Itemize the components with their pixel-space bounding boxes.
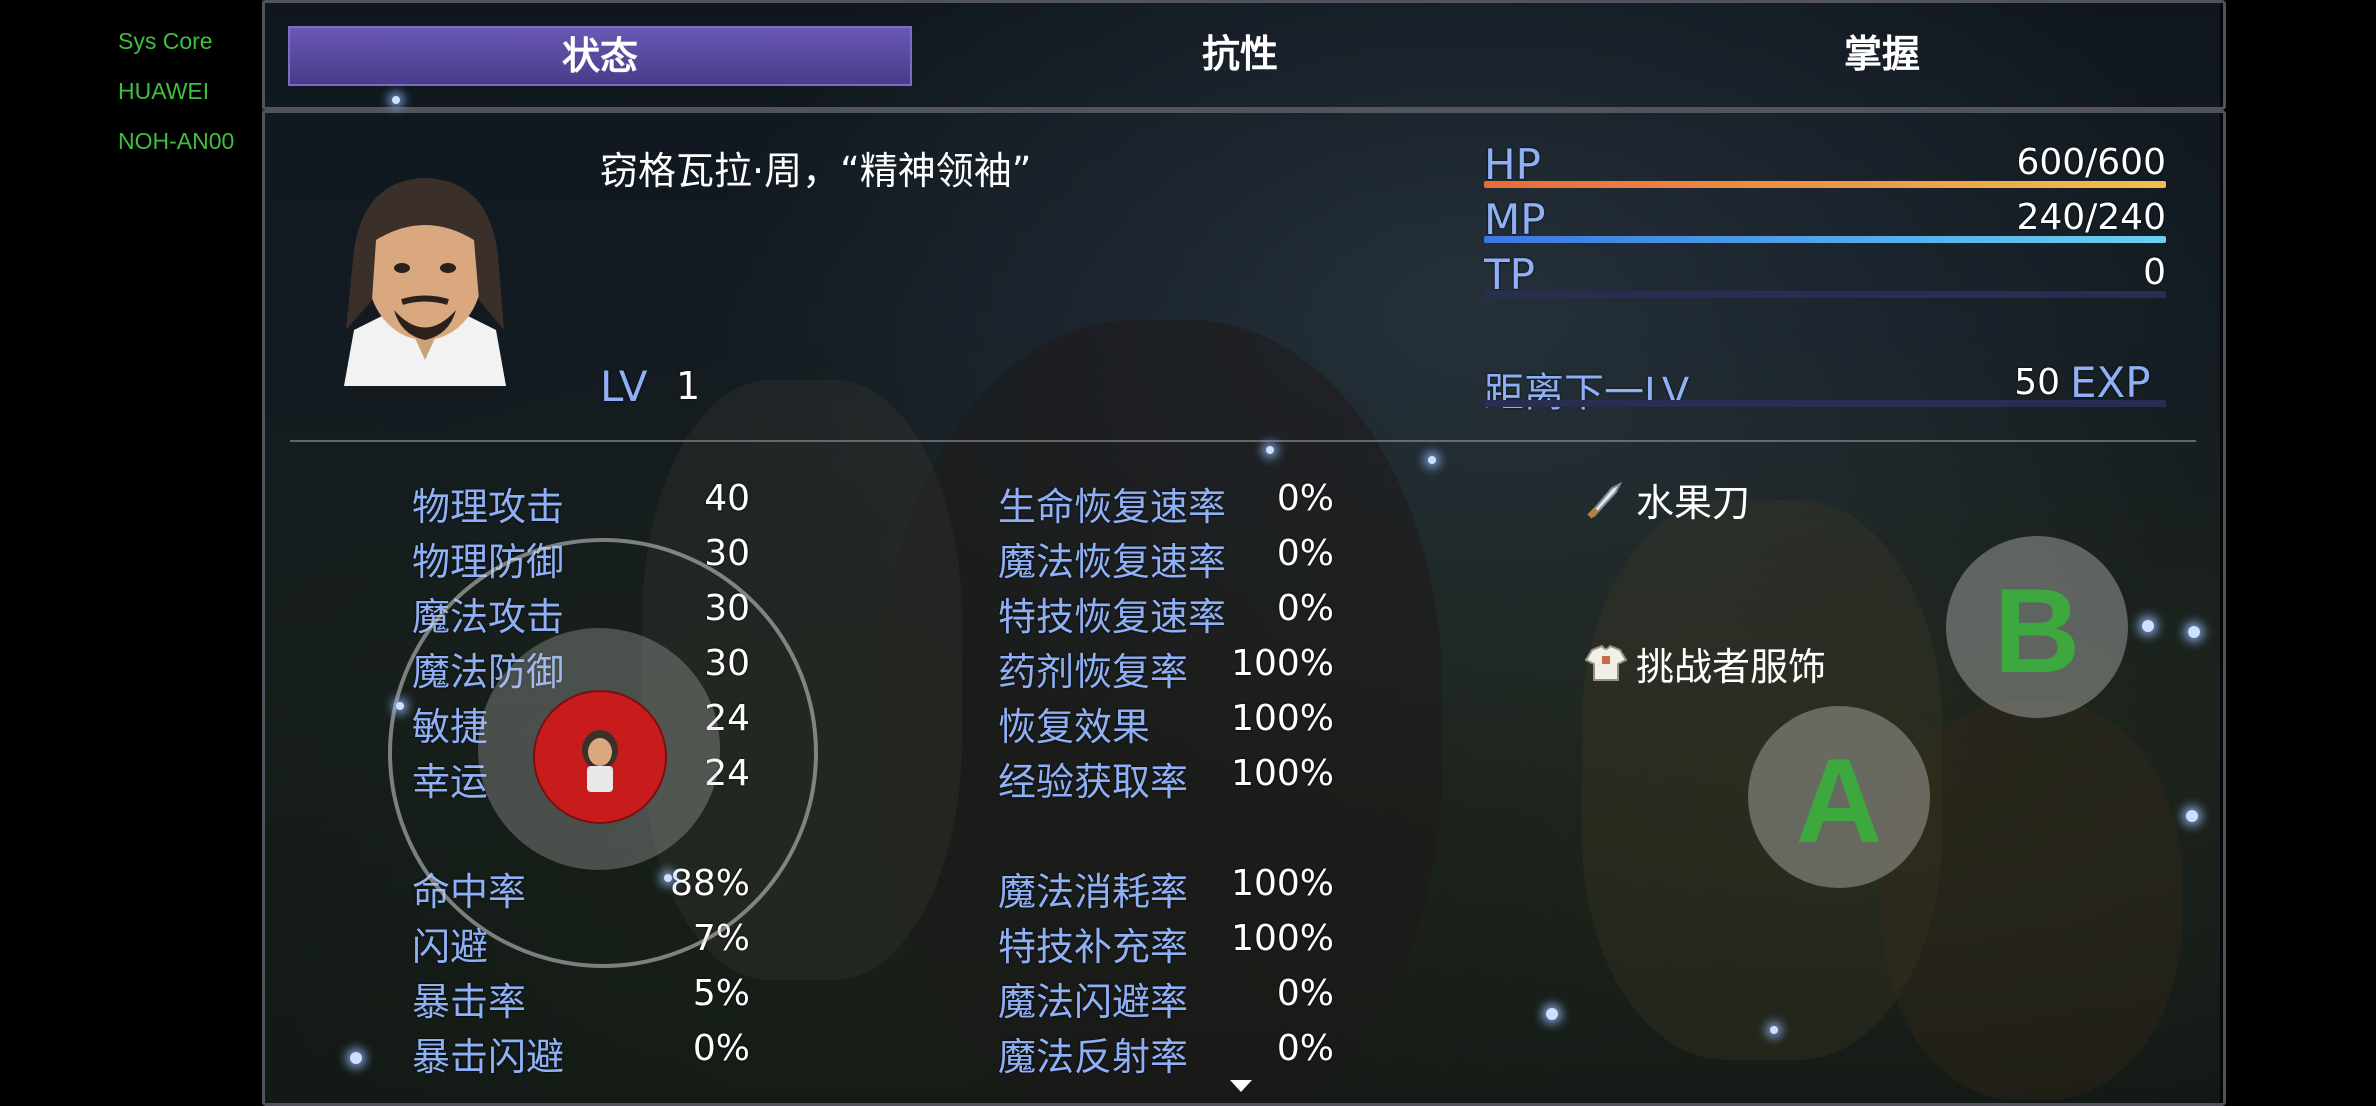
tab-resistance[interactable]: 抗性 [930, 26, 1550, 82]
particle [1428, 456, 1436, 464]
section-divider [290, 440, 2196, 442]
knife-icon [1584, 478, 1626, 524]
sparam-value: 100% [1231, 863, 1334, 904]
clothing-icon [1584, 642, 1628, 688]
particle [2142, 620, 2154, 632]
particle [1546, 1008, 1558, 1020]
param-value: 40 [704, 478, 750, 519]
level-value: 1 [676, 364, 701, 408]
xparam-label: 暴击率 [412, 980, 527, 1024]
button-b-label: B [1993, 564, 2081, 698]
xparam-value: 5% [692, 973, 750, 1014]
sparam-label: 经验获取率 [998, 760, 1189, 804]
actor-portrait [314, 160, 536, 386]
particle [664, 874, 672, 882]
joystick-knob[interactable] [533, 690, 667, 824]
particle [396, 702, 404, 710]
sparam-label: 特技补充率 [998, 925, 1189, 969]
equipment-name: 挑战者服饰 [1636, 645, 1827, 689]
actor-name: 窃格瓦拉·周，“精神领袖” [600, 149, 1032, 193]
sparam-label: 魔法反射率 [998, 1035, 1189, 1079]
tab-status[interactable]: 状态 [288, 26, 912, 86]
sparam-label: 魔法消耗率 [998, 870, 1189, 914]
tp-gauge [1484, 291, 2166, 298]
particle [2188, 626, 2200, 638]
character-sprite-icon [582, 730, 618, 792]
tab-mastery[interactable]: 掌握 [1572, 26, 2192, 82]
button-a-label: A [1795, 734, 1883, 868]
sparam-label: 特技恢复速率 [998, 595, 1227, 639]
particle [2186, 810, 2198, 822]
sparam-value: 100% [1231, 643, 1334, 684]
sparam-value: 100% [1231, 918, 1334, 959]
sparam-value: 0% [1276, 588, 1334, 629]
device-brand-label: HUAWEI [118, 78, 210, 104]
scroll-down-indicator[interactable] [1230, 1080, 1252, 1092]
particle [1770, 1026, 1778, 1034]
sys-core-label: Sys Core [118, 28, 213, 54]
device-model-label: NOH-AN00 [118, 128, 235, 154]
button-a[interactable]: A [1748, 706, 1930, 888]
button-b[interactable]: B [1946, 536, 2128, 718]
sparam-label: 生命恢复速率 [998, 485, 1227, 529]
xparam-value: 0% [692, 1028, 750, 1069]
exp-label: 距离下一LV [1484, 370, 1690, 416]
mp-gauge-fill [1484, 236, 2166, 243]
sparam-label: 魔法恢复速率 [998, 540, 1227, 584]
sparam-value: 100% [1231, 698, 1334, 739]
particle [350, 1052, 362, 1064]
tp-value: 0 [2143, 252, 2166, 293]
exp-value: 50 [2014, 362, 2060, 403]
sparam-label: 魔法闪避率 [998, 980, 1189, 1024]
hp-gauge [1484, 181, 2166, 188]
exp-gauge [1484, 400, 2166, 407]
mp-gauge [1484, 236, 2166, 243]
sparam-value: 0% [1276, 973, 1334, 1014]
sparam-label: 恢复效果 [998, 705, 1151, 749]
particle [1266, 446, 1274, 454]
hp-gauge-fill [1484, 181, 2166, 188]
equipment-name: 水果刀 [1636, 481, 1751, 525]
sparam-value: 0% [1276, 533, 1334, 574]
particle [392, 96, 400, 104]
mp-value: 240/240 [2016, 197, 2166, 238]
xparam-label: 暴击闪避 [412, 1035, 565, 1079]
param-label: 物理攻击 [412, 485, 565, 529]
sparam-value: 100% [1231, 753, 1334, 794]
sparam-value: 0% [1276, 1028, 1334, 1069]
level-label: LV [600, 362, 648, 411]
sparam-label: 药剂恢复率 [998, 650, 1189, 694]
sparam-value: 0% [1276, 478, 1334, 519]
hp-value: 600/600 [2016, 142, 2166, 183]
